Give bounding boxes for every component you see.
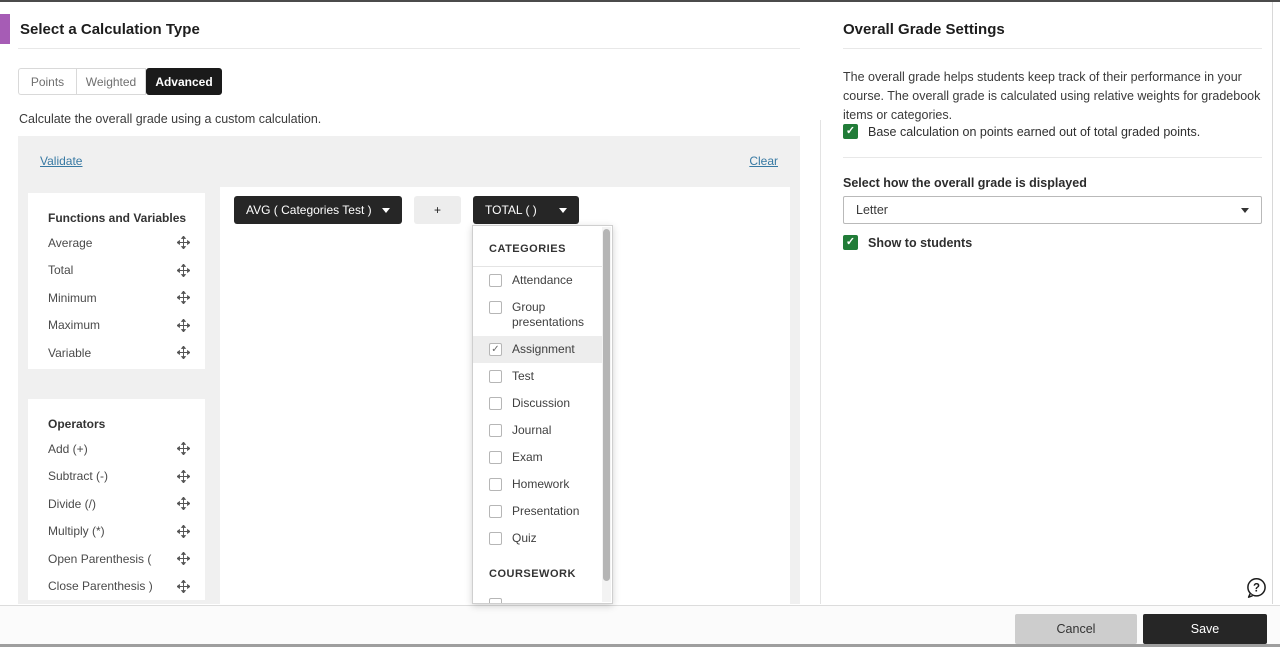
divider (843, 48, 1262, 49)
add-operator-chip[interactable]: + (414, 196, 461, 224)
function-item-maximum[interactable]: Maximum (28, 312, 205, 340)
functions-card: Functions and Variables Average Total Mi… (28, 193, 205, 369)
category-option-presentation[interactable]: Presentation (473, 498, 602, 525)
checkbox-unchecked-icon[interactable] (489, 505, 502, 518)
function-item-variable[interactable]: Variable (28, 339, 205, 367)
coursework-option-partial[interactable] (473, 591, 602, 603)
operator-item-open-paren[interactable]: Open Parenthesis ( (28, 545, 205, 573)
operators-card: Operators Add (+) Subtract (-) Divide (/… (28, 399, 205, 600)
divider (18, 48, 800, 49)
move-icon[interactable] (177, 579, 190, 593)
category-option-discussion[interactable]: Discussion (473, 390, 602, 417)
footer-action-bar: Cancel Save (0, 605, 1280, 644)
validate-link[interactable]: Validate (40, 154, 82, 168)
move-icon[interactable] (177, 524, 190, 538)
coursework-group-header: COURSEWORK (489, 568, 576, 580)
clear-link[interactable]: Clear (749, 154, 778, 168)
checkbox-unchecked-icon[interactable] (489, 274, 502, 287)
chevron-down-icon (382, 207, 390, 213)
calculation-description: Calculate the overall grade using a cust… (19, 112, 322, 126)
chevron-down-icon (559, 207, 567, 213)
checkbox-unchecked-icon[interactable] (489, 451, 502, 464)
category-option-assignment[interactable]: Assignment (473, 336, 602, 363)
category-option-attendance[interactable]: Attendance (473, 267, 602, 294)
move-icon[interactable] (177, 263, 190, 277)
move-icon[interactable] (177, 442, 190, 456)
move-icon[interactable] (177, 236, 190, 250)
category-option-journal[interactable]: Journal (473, 417, 602, 444)
settings-title: Overall Grade Settings (843, 21, 1005, 38)
grade-display-select[interactable]: Letter (843, 196, 1262, 224)
expression-chips: AVG ( Categories Test ) + TOTAL ( ) (234, 196, 579, 224)
calculation-type-tabs: Points Weighted Advanced (18, 68, 222, 95)
window-top-border (0, 0, 1280, 2)
grade-display-label: Select how the overall grade is displaye… (843, 176, 1087, 190)
grade-display-value: Letter (856, 203, 888, 217)
grade-settings-page: Select a Calculation Type Points Weighte… (0, 0, 1280, 647)
panel-divider (820, 120, 821, 604)
move-icon[interactable] (177, 318, 190, 332)
operators-title: Operators (48, 417, 106, 431)
divider (843, 157, 1262, 158)
expression-canvas[interactable]: AVG ( Categories Test ) + TOTAL ( ) CATE… (220, 187, 790, 604)
page-title: Select a Calculation Type (20, 21, 200, 38)
checkbox-unchecked-icon[interactable] (489, 532, 502, 545)
total-categories-dropdown: CATEGORIES Attendance Group presentation… (472, 225, 613, 604)
operator-item-close-paren[interactable]: Close Parenthesis ) (28, 573, 205, 601)
checkbox-unchecked-icon[interactable] (489, 478, 502, 491)
operator-item-add[interactable]: Add (+) (28, 435, 205, 463)
dropdown-scrollbar-track[interactable] (602, 227, 611, 602)
base-calculation-row: Base calculation on points earned out of… (843, 124, 1200, 139)
show-to-students-row: Show to students (843, 235, 972, 250)
tab-weighted[interactable]: Weighted (76, 68, 146, 95)
checkbox-checked-icon[interactable] (489, 343, 502, 356)
svg-text:?: ? (1253, 582, 1260, 594)
category-option-test[interactable]: Test (473, 363, 602, 390)
checkbox-unchecked-icon[interactable] (489, 598, 502, 603)
page-scrollbar-track (1272, 2, 1273, 604)
category-option-homework[interactable]: Homework (473, 471, 602, 498)
operator-item-divide[interactable]: Divide (/) (28, 490, 205, 518)
move-icon[interactable] (177, 469, 190, 483)
move-icon[interactable] (177, 346, 190, 360)
dropdown-scrollbar-thumb[interactable] (603, 229, 610, 581)
total-function-chip[interactable]: TOTAL ( ) (473, 196, 579, 224)
category-option-group-presentations[interactable]: Group presentations (473, 294, 602, 336)
overall-grade-settings-panel: Overall Grade Settings The overall grade… (843, 0, 1262, 604)
function-item-total[interactable]: Total (28, 257, 205, 285)
move-icon[interactable] (177, 497, 190, 511)
help-bubble-icon: ? (1247, 577, 1266, 598)
base-calculation-label: Base calculation on points earned out of… (868, 124, 1201, 139)
dropdown-content: CATEGORIES Attendance Group presentation… (473, 226, 602, 603)
tab-advanced[interactable]: Advanced (146, 68, 222, 95)
avg-function-chip[interactable]: AVG ( Categories Test ) (234, 196, 402, 224)
functions-title: Functions and Variables (48, 211, 187, 225)
categories-group-header: CATEGORIES (489, 243, 566, 255)
checkbox-checked-icon[interactable] (843, 124, 858, 139)
checkbox-unchecked-icon[interactable] (489, 397, 502, 410)
help-button[interactable]: ? (1244, 576, 1268, 600)
function-item-average[interactable]: Average (28, 229, 205, 257)
cancel-button[interactable]: Cancel (1015, 614, 1137, 644)
category-option-quiz[interactable]: Quiz (473, 525, 602, 552)
move-icon[interactable] (177, 291, 190, 305)
settings-description: The overall grade helps students keep tr… (843, 70, 1261, 122)
checkbox-unchecked-icon[interactable] (489, 301, 502, 314)
checkbox-checked-icon[interactable] (843, 235, 858, 250)
tab-points[interactable]: Points (18, 68, 76, 95)
operator-item-subtract[interactable]: Subtract (-) (28, 463, 205, 491)
checkbox-unchecked-icon[interactable] (489, 370, 502, 383)
accent-bar (0, 14, 10, 44)
show-to-students-label: Show to students (868, 235, 973, 250)
checkbox-unchecked-icon[interactable] (489, 424, 502, 437)
calculation-builder-panel: Validate Clear Functions and Variables A… (18, 136, 800, 604)
save-button[interactable]: Save (1143, 614, 1267, 644)
function-item-minimum[interactable]: Minimum (28, 284, 205, 312)
category-option-exam[interactable]: Exam (473, 444, 602, 471)
operator-item-multiply[interactable]: Multiply (*) (28, 518, 205, 546)
move-icon[interactable] (177, 552, 190, 566)
chevron-down-icon (1241, 207, 1249, 213)
